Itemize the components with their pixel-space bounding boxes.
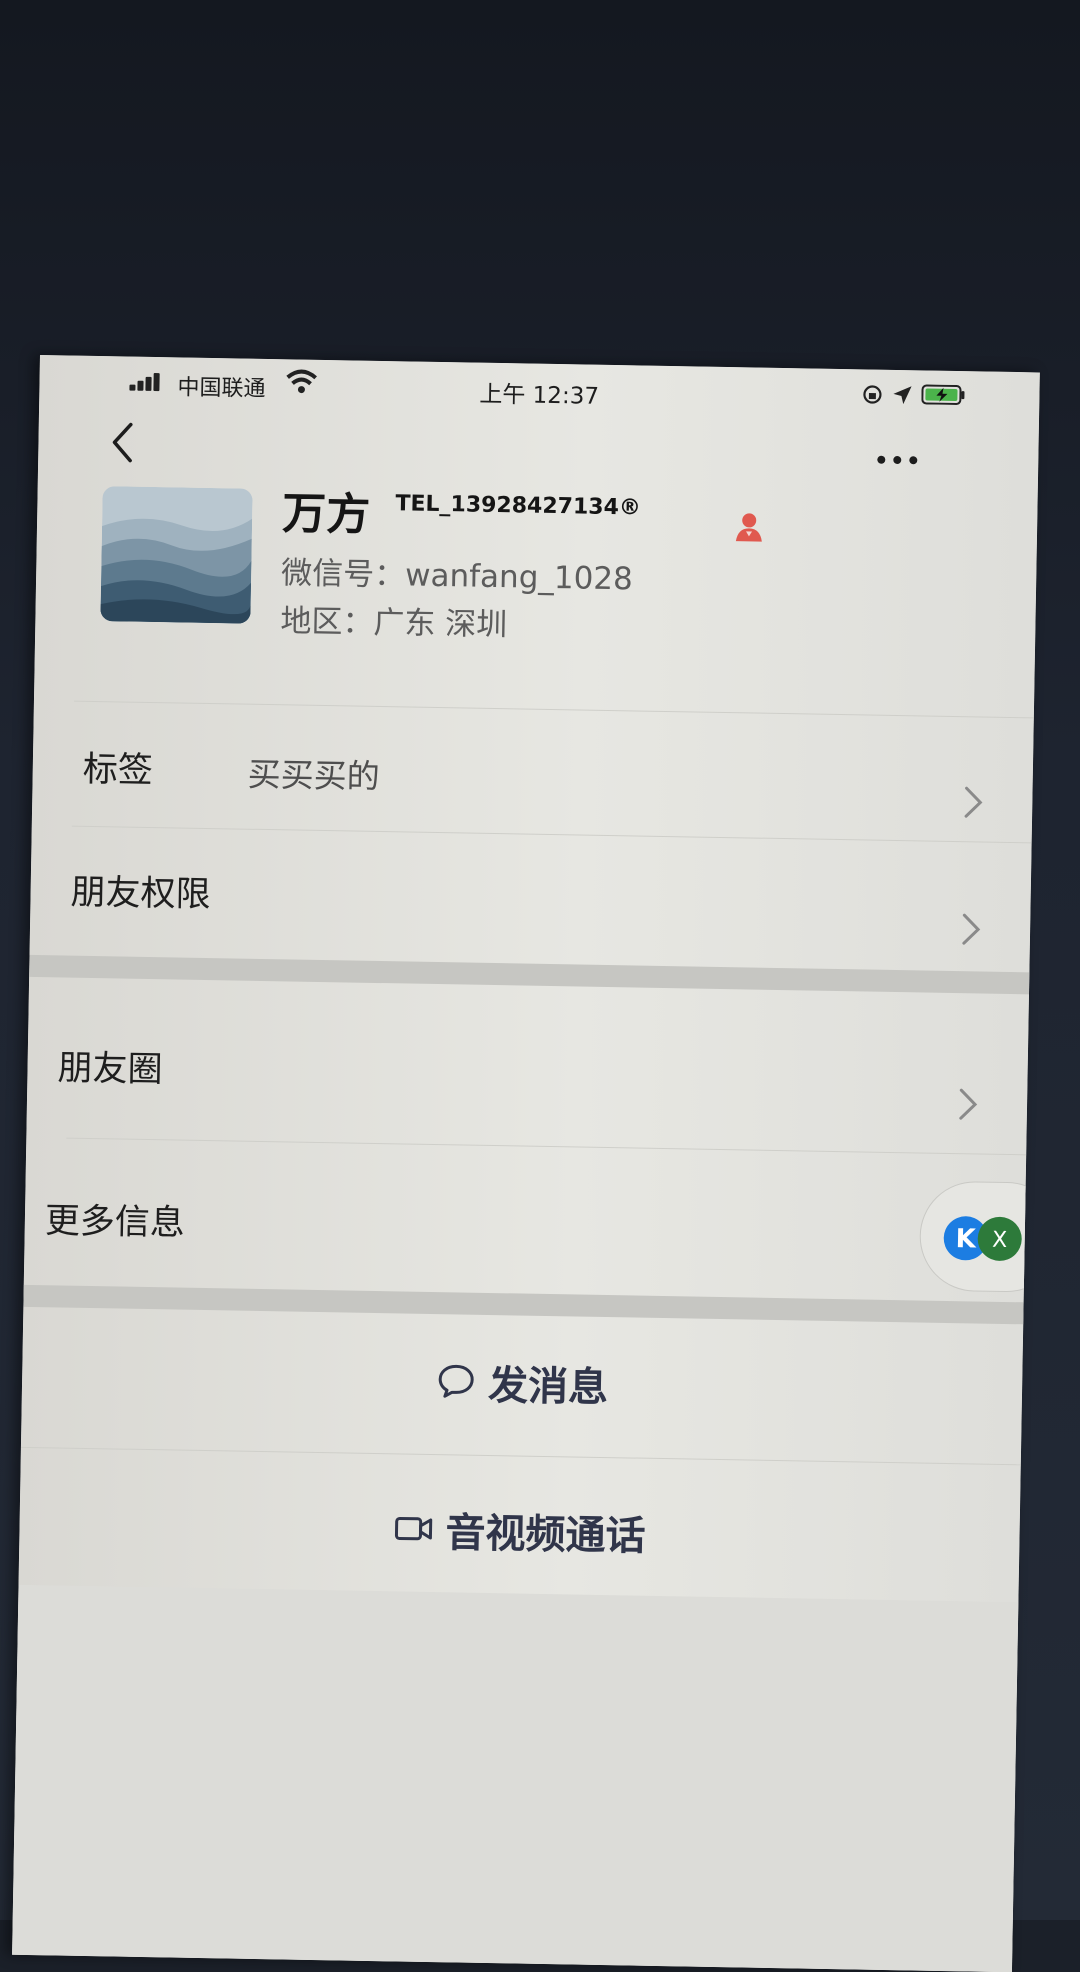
wechat-id: 微信号：wanfang_1028 bbox=[280, 555, 634, 598]
floating-widget[interactable]: K X bbox=[918, 1180, 1040, 1293]
friend-permissions-row[interactable]: 朋友权限 bbox=[30, 825, 1032, 972]
moments-label: 朋友圈 bbox=[57, 1048, 163, 1091]
bottom-empty-area bbox=[12, 1584, 1019, 1972]
contact-name: 万方 bbox=[281, 488, 371, 541]
more-info-label: 更多信息 bbox=[44, 1201, 186, 1244]
divider bbox=[20, 1446, 1021, 1466]
chevron-right-icon bbox=[962, 913, 981, 945]
chevron-right-icon bbox=[959, 1088, 978, 1120]
more-info-row[interactable]: 更多信息 bbox=[24, 1137, 1026, 1302]
chevron-right-icon bbox=[964, 786, 983, 818]
star-person-icon[interactable] bbox=[732, 509, 767, 544]
video-call-label: 音视频通话 bbox=[445, 1510, 646, 1560]
location-icon bbox=[893, 386, 912, 405]
status-time: 上午 12:37 bbox=[479, 381, 600, 410]
mountain-landscape-image bbox=[100, 486, 253, 624]
avatar[interactable] bbox=[100, 486, 253, 624]
wifi-icon bbox=[286, 369, 317, 394]
video-call-button[interactable]: 音视频通话 bbox=[19, 1493, 1020, 1569]
k-letter: K bbox=[955, 1224, 977, 1254]
back-icon[interactable] bbox=[102, 416, 143, 469]
signal-icon bbox=[129, 371, 169, 392]
chat-bubble-icon bbox=[438, 1364, 474, 1398]
video-camera-icon bbox=[394, 1516, 433, 1541]
tags-value: 买买买的 bbox=[247, 754, 381, 796]
send-message-button[interactable]: 发消息 bbox=[22, 1345, 1023, 1421]
battery-charging-icon bbox=[921, 384, 965, 405]
moments-row[interactable]: 朋友圈 bbox=[26, 977, 1029, 1154]
phone-screen: 中国联通 上午 12:37 万方 TEL_13928427134® 微信号：wa… bbox=[12, 355, 1040, 1972]
contact-tel-remark: TEL_13928427134® bbox=[395, 491, 642, 521]
close-icon[interactable]: X bbox=[976, 1215, 1023, 1262]
region: 地区：广东 深圳 bbox=[280, 603, 508, 644]
carrier-name: 中国联通 bbox=[177, 375, 266, 402]
rotation-lock-icon bbox=[863, 385, 882, 404]
more-icon[interactable] bbox=[873, 450, 921, 471]
x-letter: X bbox=[992, 1228, 1008, 1253]
send-message-label: 发消息 bbox=[487, 1362, 609, 1412]
friend-permissions-label: 朋友权限 bbox=[70, 872, 211, 916]
tags-label: 标签 bbox=[82, 749, 154, 792]
contact-profile-screen: 中国联通 上午 12:37 万方 TEL_13928427134® 微信号：wa… bbox=[12, 355, 1040, 1972]
tags-row[interactable]: 标签 买买买的 bbox=[32, 700, 1034, 842]
